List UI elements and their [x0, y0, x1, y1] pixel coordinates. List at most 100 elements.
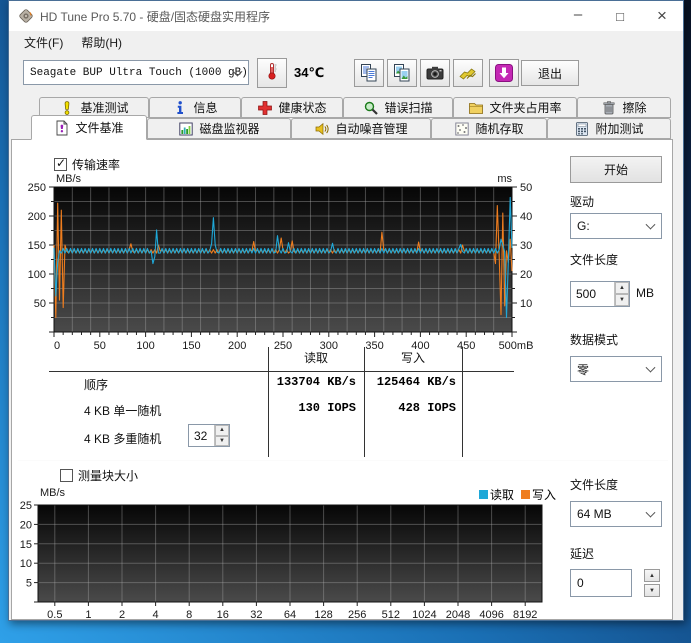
chevron-down-icon	[646, 220, 656, 230]
update-button[interactable]	[489, 59, 519, 87]
svg-text:500mB: 500mB	[499, 340, 534, 352]
exclamation-icon	[59, 100, 75, 116]
transfer-rate-chart: 5010015020025010203040500501001502002503…	[24, 170, 554, 355]
donate-icon	[458, 63, 478, 83]
svg-text:16: 16	[217, 609, 229, 619]
svg-text:20: 20	[520, 269, 532, 281]
svg-text:200: 200	[28, 211, 46, 223]
sequential-write-value: 125464 KB/s	[366, 375, 456, 389]
bar-chart-icon	[178, 121, 194, 137]
desktop-background: HD Tune Pro 5.70 - 硬盘/固态硬盘实用程序 文件(F) 帮助(…	[0, 0, 691, 643]
tab-random-access[interactable]: 随机存取	[431, 118, 547, 139]
row-4kb-multi-label: 4 KB 多重随机	[84, 430, 161, 447]
tab-file-benchmark-label: 文件基准	[75, 119, 123, 136]
delay-spinner	[644, 569, 660, 597]
svg-text:5: 5	[26, 578, 32, 590]
svg-text:50: 50	[34, 298, 46, 310]
svg-text:1: 1	[85, 609, 91, 619]
tab-row-2: 文件基准 磁盘监视器 自动噪音管理 随机存取 附加测试	[31, 118, 671, 139]
tab-extra-tests[interactable]: 附加测试	[547, 118, 671, 139]
drive-selector[interactable]: Seagate BUP Ultra Touch (1000 gB)	[23, 60, 249, 85]
file-benchmark-icon	[54, 120, 70, 136]
data-mode-dropdown[interactable]: 零	[570, 356, 662, 382]
app-icon	[18, 8, 34, 24]
temperature-button[interactable]	[257, 58, 287, 88]
spinner-up-icon[interactable]	[644, 569, 660, 582]
drive-selector-value: Seagate BUP Ultra Touch (1000 gB)	[30, 67, 248, 79]
tab-file-benchmark[interactable]: 文件基准	[31, 115, 147, 140]
close-button[interactable]	[641, 1, 683, 31]
thermometer-icon	[262, 61, 282, 86]
svg-text:32: 32	[250, 609, 262, 619]
read-column-header: 读取	[269, 349, 363, 366]
block-size-chart: 5101520250.51248163264128256512102420484…	[12, 482, 572, 619]
tab-folder-usage-label: 文件夹占用率	[489, 99, 561, 116]
data-mode-value: 零	[577, 361, 589, 378]
svg-text:15: 15	[20, 539, 32, 551]
spinner-up-icon[interactable]	[615, 282, 629, 294]
menu-help[interactable]: 帮助(H)	[72, 32, 131, 53]
copy-text-button[interactable]	[354, 59, 384, 87]
start-button[interactable]: 开始	[570, 156, 662, 183]
random-write-value: 428 IOPS	[366, 401, 456, 415]
tab-disk-monitor[interactable]: 磁盘监视器	[147, 118, 291, 139]
spinner-down-icon[interactable]	[215, 436, 229, 447]
queue-depth-spinner[interactable]: 32	[188, 424, 230, 447]
minimize-button[interactable]	[557, 1, 599, 31]
block-file-length-dropdown[interactable]: 64 MB	[570, 501, 662, 527]
svg-text:50: 50	[94, 340, 106, 352]
svg-text:100: 100	[136, 340, 154, 352]
screenshot-button[interactable]	[420, 59, 450, 87]
donate-button[interactable]	[453, 59, 483, 87]
svg-text:2048: 2048	[446, 609, 470, 619]
tab-health-label: 健康状态	[278, 99, 326, 116]
svg-text:150: 150	[182, 340, 200, 352]
random-read-value: 130 IOPS	[270, 401, 356, 415]
file-length-spinner[interactable]: 500	[570, 281, 630, 307]
tab-info-label: 信息	[193, 99, 217, 116]
delay-input[interactable]: 0	[570, 569, 632, 597]
trash-icon	[601, 100, 617, 116]
tab-erase-label: 擦除	[622, 99, 646, 116]
svg-text:20: 20	[20, 519, 32, 531]
speaker-icon	[314, 121, 330, 137]
delay-label: 延迟	[570, 545, 594, 562]
svg-text:ms: ms	[497, 173, 512, 185]
svg-text:10: 10	[520, 298, 532, 310]
tab-extra-tests-label: 附加测试	[595, 120, 643, 137]
tab-benchmark-label: 基准测试	[80, 99, 128, 116]
exit-button[interactable]: 退出	[521, 60, 579, 86]
tab-info[interactable]: 信息	[149, 97, 241, 118]
tab-health[interactable]: 健康状态	[241, 97, 343, 118]
svg-text:150: 150	[28, 240, 46, 252]
tab-aam[interactable]: 自动噪音管理	[291, 118, 431, 139]
spinner-down-icon[interactable]	[615, 294, 629, 306]
spinner-down-icon[interactable]	[644, 584, 660, 597]
chevron-down-icon	[646, 508, 656, 518]
info-icon	[172, 100, 188, 116]
spinner-up-icon[interactable]	[215, 425, 229, 436]
svg-text:128: 128	[314, 609, 332, 619]
screenshot-icon	[425, 63, 445, 83]
app-window: HD Tune Pro 5.70 - 硬盘/固态硬盘实用程序 文件(F) 帮助(…	[8, 0, 684, 621]
write-column-header: 写入	[365, 349, 461, 366]
tab-error-scan[interactable]: 错误扫描	[343, 97, 453, 118]
window-controls	[557, 1, 683, 31]
tab-erase[interactable]: 擦除	[577, 97, 671, 118]
svg-text:MB/s: MB/s	[40, 487, 66, 499]
svg-text:4096: 4096	[479, 609, 503, 619]
menu-bar: 文件(F) 帮助(H)	[9, 31, 683, 53]
maximize-button[interactable]	[599, 1, 641, 31]
drive-dropdown[interactable]: G:	[570, 213, 662, 239]
drive-label: 驱动	[570, 193, 594, 210]
menu-file[interactable]: 文件(F)	[15, 32, 72, 53]
tab-folder-usage[interactable]: 文件夹占用率	[453, 97, 577, 118]
svg-text:256: 256	[348, 609, 366, 619]
file-length-unit: MB	[636, 286, 654, 300]
svg-text:2: 2	[119, 609, 125, 619]
copy-image-icon	[392, 63, 412, 83]
file-benchmark-panel: 传输速率 50100150200250102030405005010015020…	[11, 139, 673, 620]
tab-error-scan-label: 错误扫描	[384, 99, 432, 116]
svg-text:4: 4	[153, 609, 159, 619]
copy-image-button[interactable]	[387, 59, 417, 87]
